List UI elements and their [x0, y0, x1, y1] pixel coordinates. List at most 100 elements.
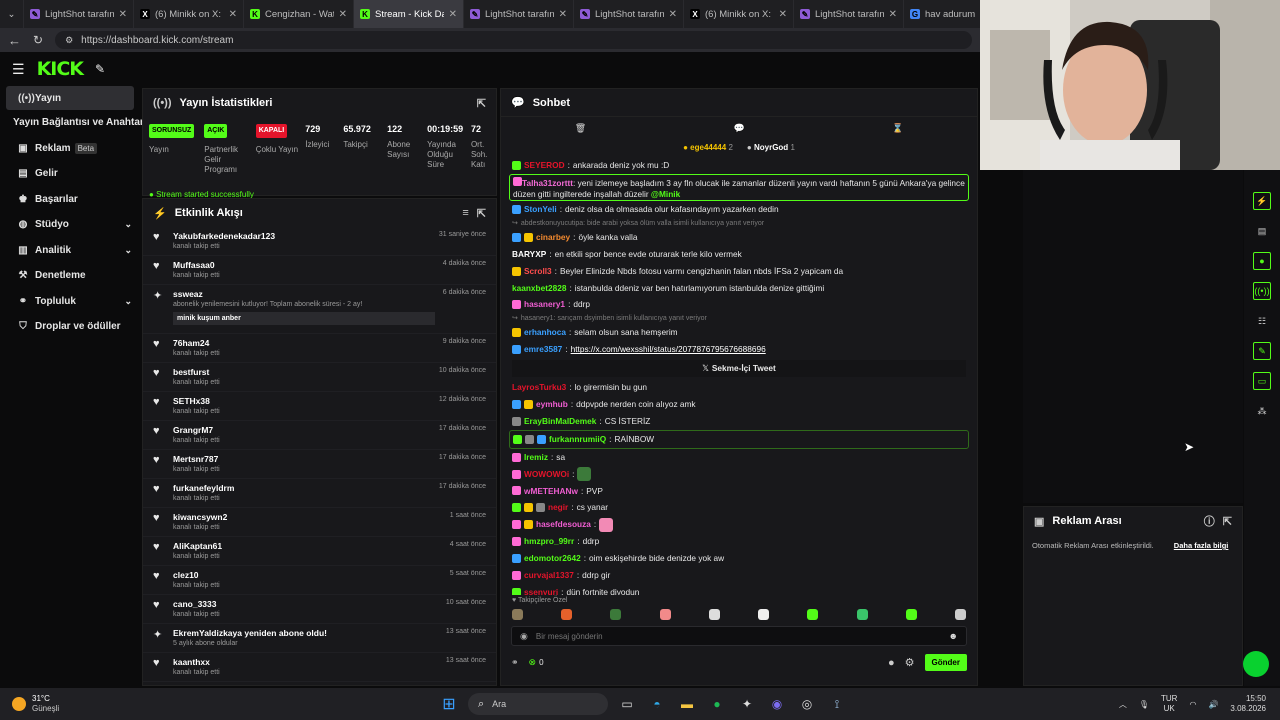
menu-icon[interactable]: ☰: [12, 61, 25, 78]
activity-item[interactable]: ♥ GrangrM7 kanalı takip etti 17 dakika ö…: [143, 421, 496, 450]
browser-tab[interactable]: ✎ LightShot tarafından ✕: [464, 0, 574, 28]
activity-item[interactable]: ♥ SETHx38 kanalı takip etti 12 dakika ön…: [143, 392, 496, 421]
url-field[interactable]: ⚙ https://dashboard.kick.com/stream: [55, 31, 972, 49]
cat-emote-icon[interactable]: [512, 608, 523, 620]
palette-action-icon[interactable]: ⁂: [1253, 402, 1271, 420]
sidebar-item[interactable]: ⚭ Topluluk ⌄: [0, 289, 140, 315]
app-icon[interactable]: ✦: [736, 693, 758, 715]
users-action-icon[interactable]: ☷: [1253, 312, 1271, 330]
broadcast-action-icon[interactable]: ((•)): [1253, 282, 1271, 300]
chat-username[interactable]: wMETEHANw: [524, 483, 578, 500]
chat-username[interactable]: cinarbey: [536, 229, 570, 246]
community-icon[interactable]: ⚭: [511, 657, 519, 668]
activity-item[interactable]: ♥ furkanefeyldrm kanalı takip etti 17 da…: [143, 479, 496, 508]
tab-list-button[interactable]: ⌄: [0, 0, 24, 28]
edge-icon[interactable]: ◓: [646, 693, 668, 715]
volume-icon[interactable]: 🔊: [1208, 700, 1218, 709]
fire-emote-icon[interactable]: [561, 608, 573, 620]
green-status-dot[interactable]: [1243, 651, 1269, 677]
emote-picker-icon[interactable]: ◉: [520, 631, 528, 642]
chat-username[interactable]: Iremiz: [524, 449, 548, 466]
spotify-icon[interactable]: ●: [706, 693, 728, 715]
pepe-emote-icon[interactable]: [610, 608, 622, 620]
browser-tab[interactable]: X (6) Minikk on X: "Mi ✕: [684, 0, 794, 28]
sidebar-item[interactable]: ♚ Başarılar: [0, 187, 140, 213]
smiley-icon[interactable]: ☻: [949, 631, 958, 641]
kick-ghost-emote-icon[interactable]: [905, 608, 917, 620]
filter-icon[interactable]: ≡: [462, 207, 468, 219]
chat-username[interactable]: StonYeli: [524, 201, 557, 218]
hourglass-icon[interactable]: ⌛: [892, 123, 903, 134]
chat-input[interactable]: [535, 631, 941, 641]
activity-item[interactable]: ♥ kaanthxx kanalı takip etti 13 saat önc…: [143, 653, 496, 682]
sidebar-item[interactable]: ▥ Analitik ⌄: [0, 238, 140, 264]
chat-username[interactable]: ErayBinMalDemek: [524, 413, 596, 430]
activity-item[interactable]: ♥ 76ham24 kanalı takip etti 9 dakika önc…: [143, 334, 496, 363]
car-emote-icon[interactable]: [708, 608, 720, 620]
wrench-action-icon[interactable]: ✎: [1253, 342, 1271, 360]
window-action-icon[interactable]: ▭: [1253, 372, 1271, 390]
chat-action-icon[interactable]: ●: [1253, 252, 1271, 270]
close-tab-icon[interactable]: ✕: [669, 9, 677, 20]
browser-tab[interactable]: Ghav adurum✕: [904, 0, 980, 28]
chat-username[interactable]: WOWOWOi: [524, 466, 569, 483]
paper-emote-icon[interactable]: [758, 608, 770, 620]
activity-item[interactable]: ♥ Yakubfarkedenekadar123 kanalı takip et…: [143, 227, 496, 256]
pin-icon[interactable]: ✎: [95, 62, 105, 76]
close-tab-icon[interactable]: ✕: [779, 9, 787, 20]
wifi-icon[interactable]: ◠: [1189, 700, 1196, 709]
sidebar-item[interactable]: ⚒ Denetleme: [0, 263, 140, 289]
sidebar-item[interactable]: ⛉ Droplar ve ödüller: [0, 314, 140, 340]
close-tab-icon[interactable]: ✕: [449, 9, 457, 20]
activity-item[interactable]: ♥ kiwancsywn2 kanalı takip etti 1 saat ö…: [143, 508, 496, 537]
close-tab-icon[interactable]: ✕: [339, 9, 347, 20]
close-tab-icon[interactable]: ✕: [889, 9, 897, 20]
clock[interactable]: 15:50 3.08.2026: [1230, 694, 1266, 714]
sidebar-item[interactable]: ▤ Gelir: [0, 161, 140, 187]
chat-username[interactable]: ssenyuri: [524, 584, 558, 595]
chat-input-box[interactable]: ◉ ☻: [511, 626, 967, 646]
activity-item[interactable]: ✦ EkremYaldizkaya yeniden abone oldu! 5 …: [143, 624, 496, 653]
chat-username[interactable]: Scroll3: [524, 263, 552, 280]
chat-username[interactable]: hasefdesouza: [536, 516, 591, 533]
tray-chevron-icon[interactable]: ︿: [1119, 699, 1127, 710]
sidebar-item[interactable]: ▣ Reklam Beta: [0, 136, 140, 162]
chat-username[interactable]: kaanxbet2828: [512, 280, 566, 297]
browser-tab[interactable]: ✎ LightShot tarafından ✕: [794, 0, 904, 28]
chat-bubble-icon[interactable]: 💬: [734, 123, 745, 134]
browser-tab[interactable]: K Stream - Kick Dashb ✕: [354, 0, 464, 28]
chrome-icon[interactable]: ◎: [796, 693, 818, 715]
sidebar-item[interactable]: Yayın Bağlantısı ve Anahtarı: [0, 110, 147, 136]
reload-icon[interactable]: ↻: [33, 33, 43, 47]
steam-icon[interactable]: ⟟: [826, 693, 848, 715]
chat-username[interactable]: LayrosTurku3: [512, 379, 566, 396]
activity-item[interactable]: ♥ Mertsnr787 kanalı takip etti 17 dakika…: [143, 450, 496, 479]
bolt-action-icon[interactable]: ⚡: [1253, 192, 1271, 210]
chat-link[interactable]: https://x.com/wexsshil/status/2077876795…: [571, 341, 766, 358]
trash-icon[interactable]: 🗑: [575, 123, 586, 134]
popout-icon[interactable]: ⇱: [1223, 515, 1232, 528]
leaderboard-user[interactable]: ● ege44444 2: [683, 143, 733, 152]
chat-settings-bubble-icon[interactable]: ●: [888, 657, 895, 669]
chat-username[interactable]: erhanhoca: [524, 324, 566, 341]
browser-tab[interactable]: ✎ LightShot tarafından ✕: [24, 0, 134, 28]
finger-emote-icon[interactable]: [659, 608, 671, 620]
discord-icon[interactable]: ◉: [766, 693, 788, 715]
chat-mention[interactable]: @Minik: [651, 189, 680, 199]
activity-item[interactable]: ♥ clez10 kanalı takip etti 5 saat önce: [143, 566, 496, 595]
chat-username[interactable]: hasanery1: [524, 296, 565, 313]
dog-emote-icon[interactable]: [954, 608, 966, 620]
chat-username[interactable]: emre3587: [524, 341, 562, 358]
sidebar-item[interactable]: ((•)) Yayın: [6, 86, 134, 110]
settings-gear-icon[interactable]: ⚙: [905, 656, 915, 669]
back-icon[interactable]: ←: [8, 33, 21, 48]
activity-item[interactable]: ✦ ssweaz abonelik yenilemesini kutluyor!…: [143, 285, 496, 334]
chat-username[interactable]: furkannrumiiQ: [549, 431, 606, 448]
send-button[interactable]: Gönder: [924, 654, 967, 671]
kick-logo[interactable]: KICK: [37, 58, 84, 80]
ad-break-link[interactable]: Daha fazla bilgi: [1174, 541, 1229, 550]
weather-widget[interactable]: 31°C Güneşli: [0, 694, 200, 714]
close-tab-icon[interactable]: ✕: [119, 9, 127, 20]
popout-icon[interactable]: ⇱: [477, 207, 486, 220]
browser-tab[interactable]: K Cengizhan - Watch o ✕: [244, 0, 354, 28]
